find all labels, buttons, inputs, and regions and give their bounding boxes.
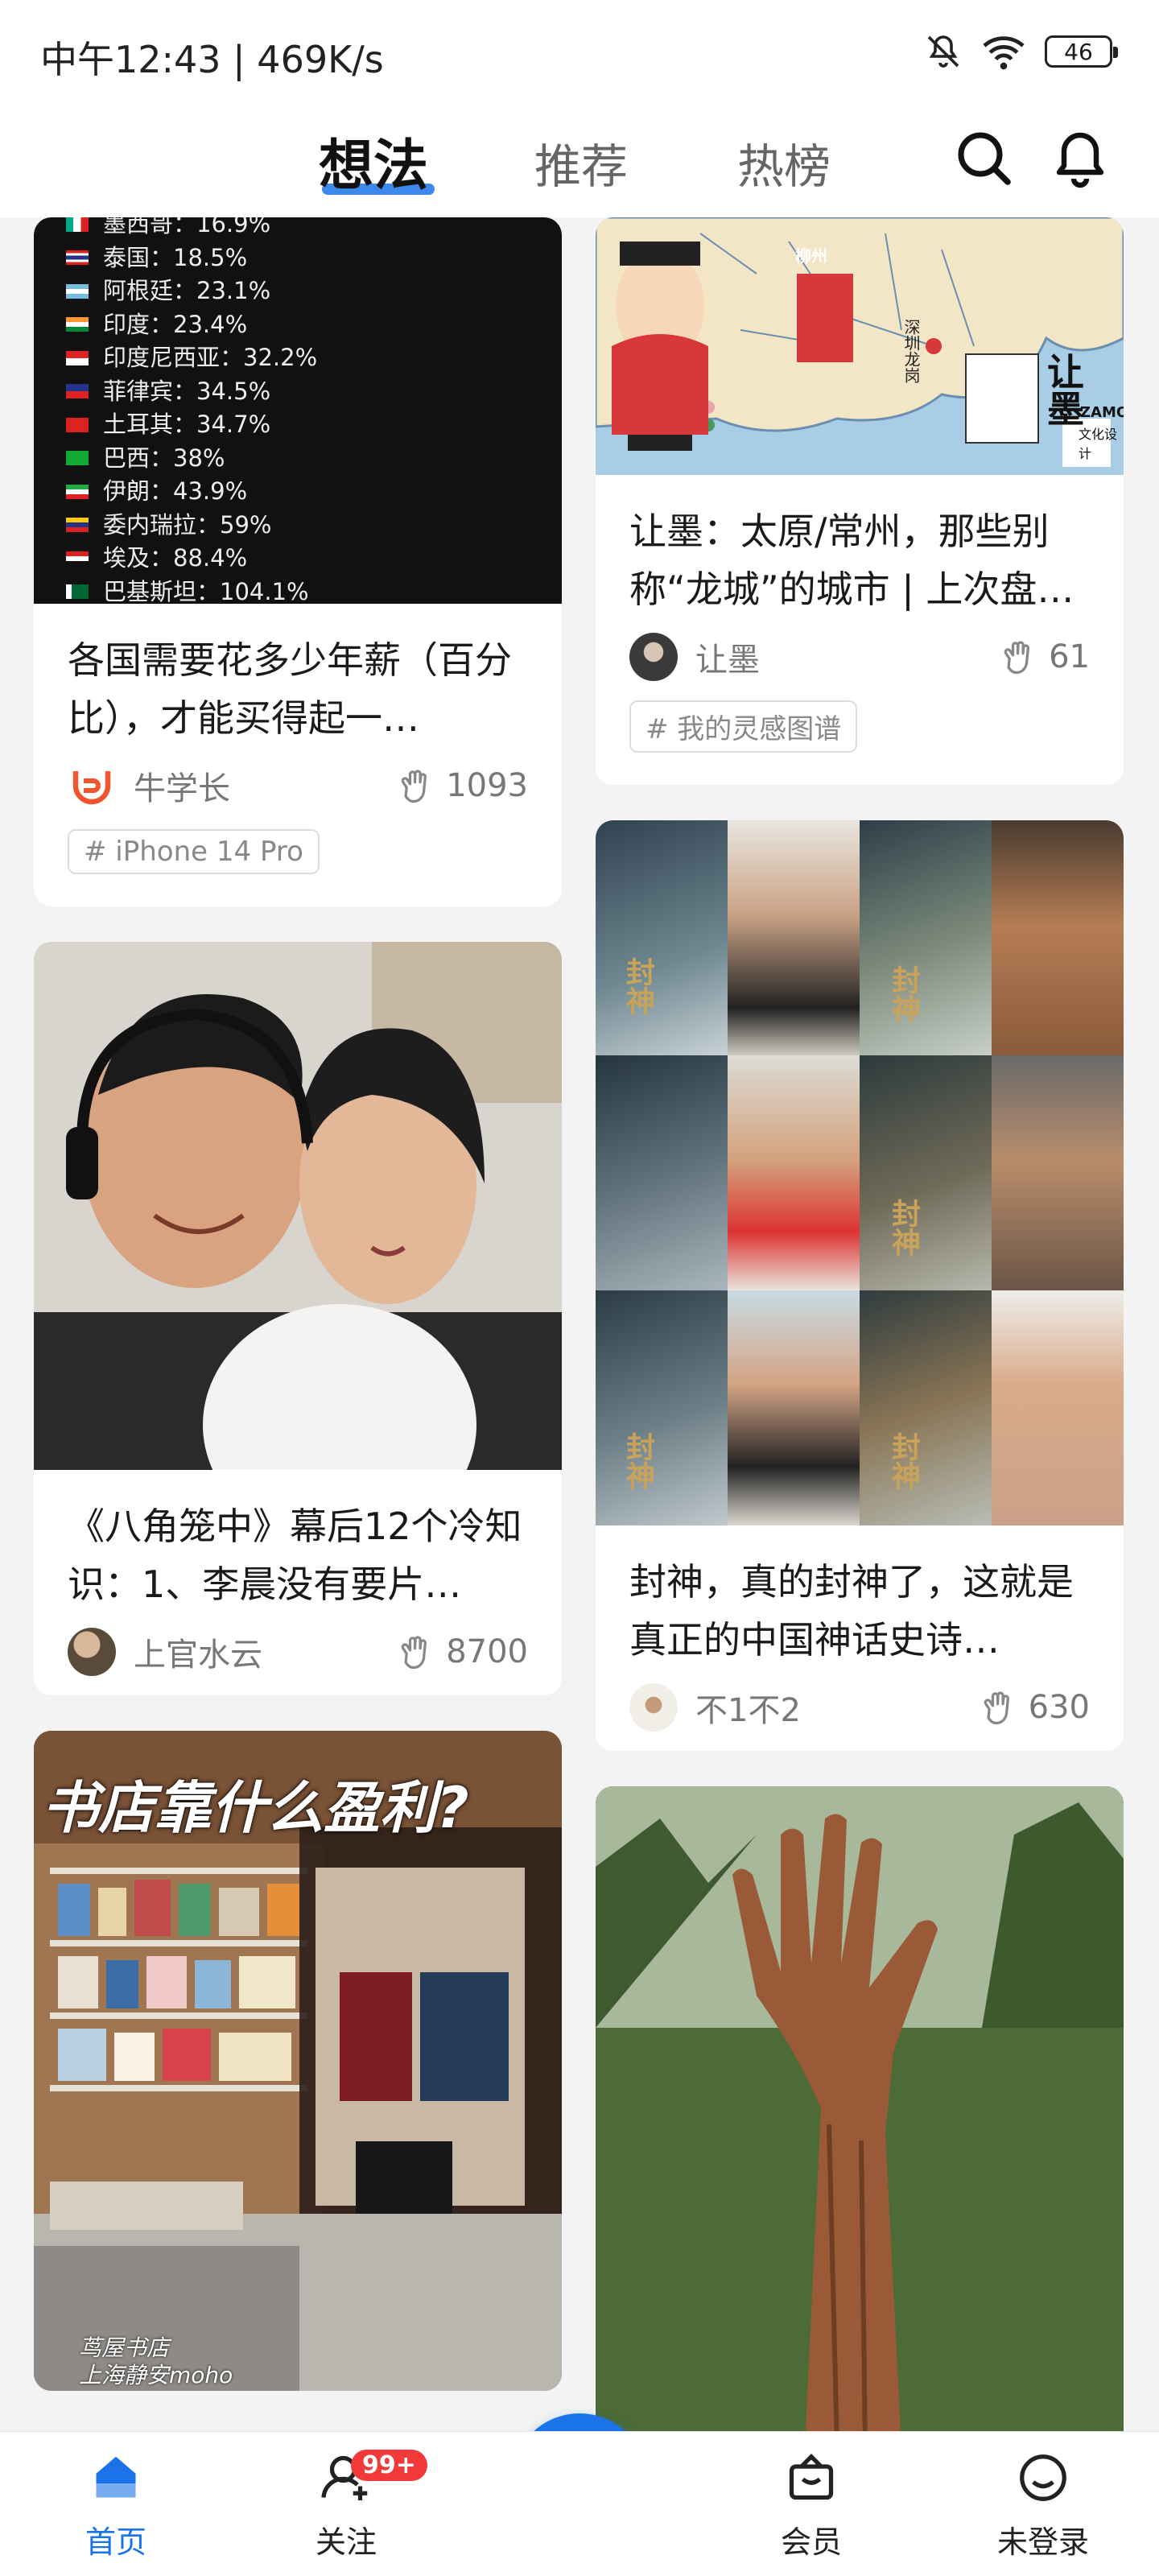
list-item: 委内瑞拉：59% xyxy=(103,510,272,539)
selfie-photo xyxy=(34,942,562,1470)
author-name[interactable]: 让墨 xyxy=(695,634,997,680)
author-name[interactable]: 上官水云 xyxy=(134,1629,394,1675)
tab-hot[interactable]: 热榜 xyxy=(737,129,831,196)
list-item: 墨西哥：16.9% xyxy=(103,217,271,237)
map-illustration xyxy=(596,217,1124,475)
clap-icon xyxy=(1004,641,1030,675)
like-number: 61 xyxy=(1049,638,1090,675)
battery-icon: 46 xyxy=(1045,35,1118,68)
like-count[interactable]: 630 xyxy=(977,1686,1090,1728)
member-bag-icon xyxy=(789,2454,834,2500)
nav-member[interactable]: 会员 xyxy=(747,2450,876,2562)
notification-bell-icon[interactable] xyxy=(1048,126,1112,190)
post-image: 柳州 深圳龙岗 让墨 ZAMO 文化设计 xyxy=(596,217,1124,475)
list-item: 印度：23.4% xyxy=(103,310,248,338)
post-image: 封神 封神 封神 封神 封神 xyxy=(596,820,1124,1525)
list-item: 巴基斯坦：104.1% xyxy=(103,577,309,605)
hand-sculpture-photo xyxy=(596,1786,1124,2431)
post-card[interactable]: 《八角笼中》幕后12个冷知识：1、李晨没有要片… 上官水云 8700 xyxy=(34,942,562,1695)
wifi-icon xyxy=(983,36,1025,70)
nav-member-label: 会员 xyxy=(780,2524,842,2560)
image-overlay-title: 书店靠什么盈利? xyxy=(42,1775,469,1841)
profile-smile-icon xyxy=(1020,2454,1066,2501)
poster-title: 封神 xyxy=(887,1199,920,1257)
brand-logo-subtext: ZAMO xyxy=(1080,404,1124,421)
post-image xyxy=(34,942,562,1470)
post-title: 《八角笼中》幕后12个冷知识：1、李晨没有要片… xyxy=(68,1505,522,1606)
status-time: 中午12:43 | 469K/s xyxy=(40,38,384,81)
top-nav: 想法 推荐 热榜 xyxy=(0,105,1159,217)
post-meta: 牛学长 1093 xyxy=(34,749,562,829)
feed-column-right: 柳州 深圳龙岗 让墨 ZAMO 文化设计 让墨：太原/常州，那些别称“龙城”的城… xyxy=(596,217,1124,2431)
image-caption: 茑屋书店 上海静安moho xyxy=(79,2334,233,2388)
nav-profile[interactable]: 未登录 xyxy=(979,2450,1107,2562)
topic-tag[interactable]: # iPhone 14 Pro xyxy=(68,829,320,874)
post-card[interactable]: 书店靠什么盈利? 茑屋书店 上海静安moho xyxy=(34,1731,562,2391)
nav-profile-label: 未登录 xyxy=(996,2524,1089,2560)
list-item: 泰国：18.5% xyxy=(103,243,248,271)
nav-follow[interactable]: 99+ 关注 xyxy=(282,2450,427,2562)
like-count[interactable]: 61 xyxy=(997,636,1090,678)
list-item: 伊朗：43.9% xyxy=(103,477,248,505)
avatar[interactable] xyxy=(629,633,678,681)
post-image: 书店靠什么盈利? 茑屋书店 上海静安moho xyxy=(34,1731,562,2391)
author-name[interactable]: 牛学长 xyxy=(134,762,394,809)
post-image: 墨西哥：16.9% 泰国：18.5% 阿根廷：23.1% 印度：23.4% 印度… xyxy=(34,217,562,604)
list-item: 土耳其：34.7% xyxy=(103,411,271,438)
post-title: 让墨：太原/常州，那些别称“龙城”的城市 | 上次盘… xyxy=(629,510,1074,611)
tab-recommend[interactable]: 推荐 xyxy=(534,129,628,196)
post-meta: 上官水云 8700 xyxy=(34,1615,562,1695)
list-item: 印度尼西亚：32.2% xyxy=(103,344,318,371)
avatar[interactable] xyxy=(68,1628,116,1676)
author-name[interactable]: 不1不2 xyxy=(695,1684,977,1731)
list-item: 菲律宾：34.5% xyxy=(103,377,271,405)
country-list: 墨西哥：16.9% 泰国：18.5% 阿根廷：23.1% 印度：23.4% 印度… xyxy=(66,217,317,604)
notification-badge: 99+ xyxy=(351,2450,427,2481)
bottom-nav: 首页 99+ 关注 会员 未登录 xyxy=(0,2431,1159,2576)
status-bar: 中午12:43 | 469K/s 46 xyxy=(0,0,1159,105)
post-image xyxy=(596,1786,1124,2431)
post-meta: 不1不2 630 xyxy=(596,1670,1124,1751)
like-number: 8700 xyxy=(446,1633,528,1670)
mute-bell-icon xyxy=(927,35,959,68)
home-icon xyxy=(96,2456,136,2498)
nav-home[interactable]: 首页 xyxy=(52,2450,180,2562)
avatar[interactable] xyxy=(68,762,116,810)
post-card[interactable]: 柳州 深圳龙岗 让墨 ZAMO 文化设计 让墨：太原/常州，那些别称“龙城”的城… xyxy=(596,217,1124,785)
poster-title: 封神 xyxy=(621,957,654,1015)
like-count[interactable]: 1093 xyxy=(394,765,528,807)
feed[interactable]: 墨西哥：16.9% 泰国：18.5% 阿根廷：23.1% 印度：23.4% 印度… xyxy=(0,217,1159,2431)
like-number: 630 xyxy=(1028,1689,1090,1726)
brand-logo-subtext: 文化设计 xyxy=(1079,427,1118,461)
feed-column-left: 墨西哥：16.9% 泰国：18.5% 阿根廷：23.1% 印度：23.4% 印度… xyxy=(34,217,562,2426)
status-icons: 46 xyxy=(924,32,1118,71)
list-item: 阿根廷：23.1% xyxy=(103,277,271,304)
like-count[interactable]: 8700 xyxy=(394,1631,528,1673)
poster-title: 封神 xyxy=(621,1432,654,1490)
nav-home-label: 首页 xyxy=(85,2524,146,2560)
tab-thoughts[interactable]: 想法 xyxy=(319,121,428,200)
post-title: 各国需要花多少年薪（百分比），才能买得起一… xyxy=(68,638,512,740)
poster-title: 封神 xyxy=(887,1432,920,1490)
post-meta: 让墨 61 xyxy=(596,620,1124,700)
avatar[interactable] xyxy=(629,1683,678,1732)
topic-tag[interactable]: # 我的灵感图谱 xyxy=(629,700,858,753)
search-icon[interactable] xyxy=(951,126,1016,190)
list-item: 巴西：38% xyxy=(103,444,225,472)
nav-follow-label: 关注 xyxy=(315,2524,377,2560)
post-card[interactable]: 封神 封神 封神 封神 封神 封神，真的封神了，这就是真正的中国神话史诗… 不1… xyxy=(596,820,1124,1751)
post-title: 封神，真的封神了，这就是真正的中国神话史诗… xyxy=(629,1560,1074,1662)
clap-icon xyxy=(401,1636,427,1670)
post-card[interactable] xyxy=(596,1786,1124,2431)
poster-title: 封神 xyxy=(887,965,920,1023)
map-label: 柳州 xyxy=(795,246,827,266)
list-item: 埃及：88.4% xyxy=(103,544,248,572)
map-label: 深圳龙岗 xyxy=(901,319,921,383)
clap-icon xyxy=(984,1691,1009,1725)
post-card[interactable]: 墨西哥：16.9% 泰国：18.5% 阿根廷：23.1% 印度：23.4% 印度… xyxy=(34,217,562,906)
like-number: 1093 xyxy=(446,767,528,804)
clap-icon xyxy=(401,770,427,803)
